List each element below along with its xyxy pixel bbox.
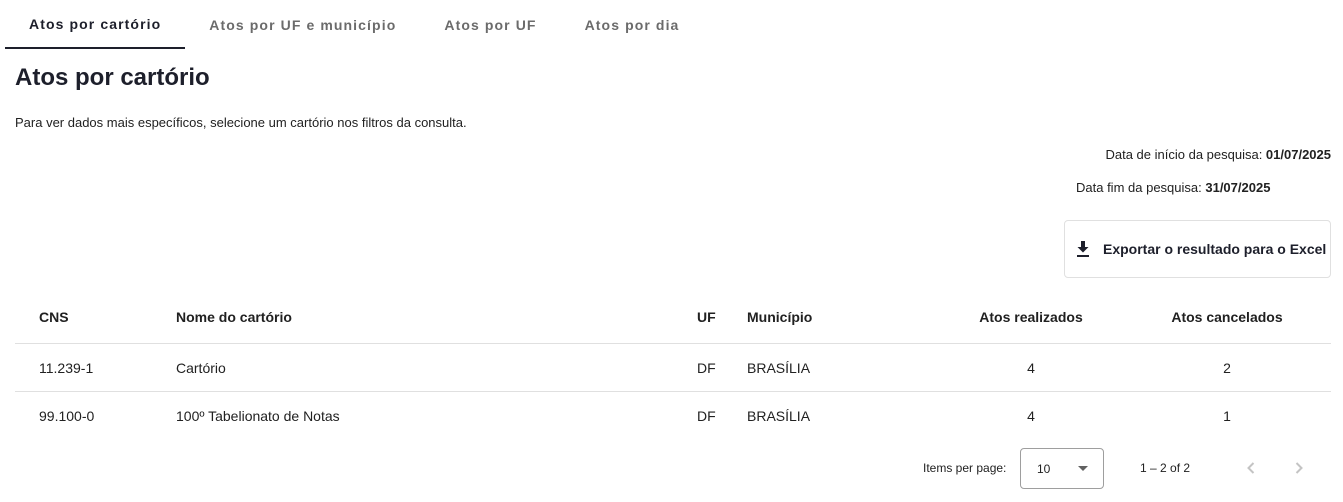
cell-atos-cancelados: 2 (1223, 359, 1231, 376)
tab-atos-por-dia[interactable]: Atos por dia (561, 0, 704, 49)
cell-cns: 99.100-0 (39, 408, 95, 424)
download-icon (1075, 240, 1091, 258)
export-excel-label: Exportar o resultado para o Excel (1103, 241, 1327, 257)
tab-atos-por-uf[interactable]: Atos por UF (420, 0, 560, 49)
tab-atos-por-uf-e-municipio[interactable]: Atos por UF e município (185, 0, 420, 49)
chevron-right-icon (1295, 462, 1303, 474)
table-row: 99.100-0 100º Tabelionato de Notas DF BR… (15, 392, 1331, 440)
column-header-municipio: Município (747, 309, 813, 325)
column-header-atos-realizados: Atos realizados (979, 309, 1083, 325)
tab-bar: Atos por cartório Atos por UF e municípi… (5, 0, 703, 49)
start-date-value: 01/07/2025 (1265, 147, 1331, 162)
page-title: Atos por cartório (15, 64, 210, 91)
column-header-atos-cancelados: Atos cancelados (1171, 309, 1283, 325)
cell-atos-realizados: 4 (1027, 408, 1035, 424)
start-date-label: Data de início da pesquisa: (1105, 147, 1266, 162)
cell-nome: 100º Tabelionato de Notas (176, 408, 340, 424)
column-header-nome: Nome do cartório (176, 309, 292, 325)
export-excel-button[interactable]: Exportar o resultado para o Excel (1064, 220, 1331, 278)
search-start-date: Data de início da pesquisa: 01/07/2025 (1105, 147, 1331, 162)
column-header-cns: CNS (39, 309, 69, 325)
end-date-label: Data fim da pesquisa: (1076, 180, 1206, 195)
previous-page-button[interactable] (1239, 456, 1263, 480)
cell-atos-cancelados: 1 (1223, 408, 1231, 424)
page-size-select[interactable]: 10 (1020, 448, 1104, 489)
results-table: CNS Nome do cartório UF Município Atos r… (15, 291, 1331, 440)
cell-uf: DF (697, 359, 716, 376)
search-end-date: Data fim da pesquisa: 31/07/2025 (1076, 180, 1270, 195)
next-page-button[interactable] (1287, 456, 1311, 480)
table-row: 11.239-1 Cartório DF BRASÍLIA 4 2 (15, 344, 1331, 392)
end-date-value: 31/07/2025 (1205, 180, 1271, 195)
items-per-page-label: Items per page: (923, 461, 1007, 475)
paginator: Items per page: 10 1 – 2 of 2 (0, 440, 1343, 500)
page-size-value: 10 (1037, 462, 1051, 476)
intro-text: Para ver dados mais específicos, selecio… (15, 115, 467, 130)
chevron-left-icon (1247, 462, 1255, 474)
cell-municipio: BRASÍLIA (747, 408, 811, 424)
cell-municipio: BRASÍLIA (747, 359, 811, 376)
cell-nome: Cartório (176, 359, 226, 376)
cell-atos-realizados: 4 (1027, 359, 1035, 376)
column-header-uf: UF (697, 309, 716, 325)
page-range-label: 1 – 2 of 2 (1140, 461, 1191, 475)
table-header-row: CNS Nome do cartório UF Município Atos r… (15, 291, 1331, 344)
tab-atos-por-cartorio[interactable]: Atos por cartório (5, 0, 186, 49)
dropdown-arrow-icon (1078, 466, 1088, 471)
cell-uf: DF (697, 408, 716, 424)
cell-cns: 11.239-1 (39, 359, 94, 376)
